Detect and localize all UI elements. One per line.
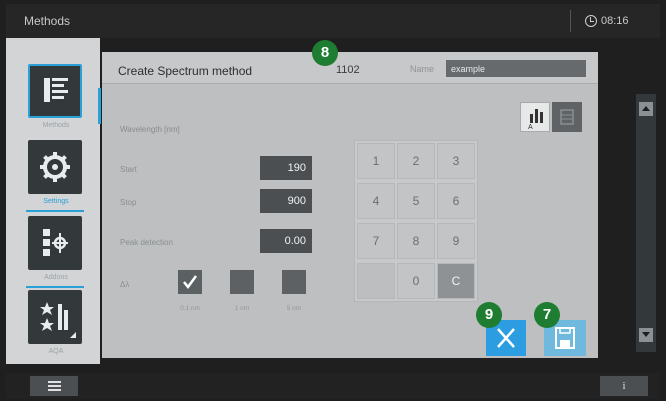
sidebar-item-methods[interactable]: Methods bbox=[26, 60, 86, 138]
annotation-badge: 9 bbox=[476, 302, 502, 328]
resolution-label: Δλ bbox=[120, 280, 130, 289]
sidebar: Methods Settings Addons AQA bbox=[6, 38, 101, 364]
method-number: 1102 bbox=[336, 64, 360, 76]
stop-label: Stop bbox=[120, 198, 137, 207]
start-label: Start bbox=[120, 165, 137, 174]
sidebar-tile bbox=[28, 64, 82, 118]
list-icon bbox=[44, 78, 68, 102]
chart-view-button[interactable]: A bbox=[520, 102, 550, 132]
scroll-down-button[interactable] bbox=[639, 328, 653, 342]
checkbox-label: 1 nm bbox=[234, 305, 250, 312]
checkbox-0-1nm[interactable] bbox=[178, 270, 202, 294]
sidebar-item-label: Methods bbox=[42, 122, 70, 129]
start-input[interactable]: 190 bbox=[260, 156, 312, 180]
key-1[interactable]: 1 bbox=[357, 143, 395, 179]
checkbox-label: 5 nm bbox=[286, 305, 302, 312]
numeric-keypad: 1 2 3 4 5 6 7 8 9 . 0 C bbox=[354, 140, 478, 302]
name-label: Name bbox=[410, 64, 435, 74]
info-button[interactable]: i bbox=[600, 376, 648, 396]
key-2[interactable]: 2 bbox=[397, 143, 435, 179]
sidebar-tile bbox=[28, 140, 82, 194]
clock-time: 08:16 bbox=[601, 15, 629, 27]
key-8[interactable]: 8 bbox=[397, 223, 435, 259]
key-9[interactable]: 9 bbox=[437, 223, 475, 259]
scroll-up-button[interactable] bbox=[639, 102, 653, 116]
chart-icon: A bbox=[528, 109, 543, 131]
key-decimal[interactable]: . bbox=[357, 263, 395, 299]
panel-header: Create Spectrum method 1102 Name bbox=[102, 52, 598, 84]
bottom-bar: i bbox=[6, 373, 660, 399]
stop-input[interactable]: 900 bbox=[260, 189, 312, 213]
key-0[interactable]: 0 bbox=[397, 263, 435, 299]
menu-icon bbox=[48, 381, 61, 383]
sidebar-item-label: Settings bbox=[43, 198, 69, 205]
key-clear[interactable]: C bbox=[437, 263, 475, 299]
peak-detection-input[interactable]: 0.00 bbox=[260, 229, 312, 253]
annotation-badge: 8 bbox=[312, 40, 338, 66]
sidebar-tile bbox=[28, 290, 82, 344]
plugin-icon bbox=[43, 229, 68, 256]
view-toggle: A bbox=[520, 102, 586, 132]
menu-icon bbox=[48, 385, 61, 387]
peak-detection-label: Peak detection bbox=[120, 238, 173, 247]
key-3[interactable]: 3 bbox=[437, 143, 475, 179]
svg-text:A: A bbox=[528, 124, 533, 131]
sidebar-tile bbox=[28, 216, 82, 270]
table-view-button[interactable] bbox=[552, 102, 582, 132]
checkmark-icon bbox=[183, 275, 198, 290]
gear-icon bbox=[40, 152, 70, 182]
scrollbar[interactable] bbox=[636, 94, 656, 352]
menu-button[interactable] bbox=[30, 376, 78, 396]
table-icon bbox=[560, 109, 574, 125]
sidebar-item-label: AQA bbox=[48, 348, 64, 355]
active-indicator bbox=[98, 88, 101, 124]
sidebar-item-aqa[interactable]: AQA bbox=[26, 286, 86, 364]
sidebar-item-settings[interactable]: Settings bbox=[26, 136, 86, 214]
menu-icon bbox=[48, 389, 61, 391]
checkbox-1nm[interactable] bbox=[230, 270, 254, 294]
key-4[interactable]: 4 bbox=[357, 183, 395, 219]
top-bar: Methods 08:16 bbox=[6, 4, 660, 38]
create-method-panel: Create Spectrum method 1102 Name Wavelen… bbox=[102, 40, 598, 358]
star-icon bbox=[40, 302, 76, 338]
checkbox-label: 0.1 nm bbox=[180, 305, 200, 312]
screen-title: Methods bbox=[24, 14, 71, 28]
annotation-badge: 7 bbox=[534, 302, 560, 328]
key-7[interactable]: 7 bbox=[357, 223, 395, 259]
key-6[interactable]: 6 bbox=[437, 183, 475, 219]
checkbox-5nm[interactable] bbox=[282, 270, 306, 294]
clock-icon bbox=[585, 15, 597, 27]
wavelength-label: Wavelength [nm] bbox=[120, 125, 180, 134]
name-field[interactable] bbox=[446, 60, 586, 77]
page-title: Create Spectrum method bbox=[118, 64, 253, 78]
sidebar-item-addons[interactable]: Addons bbox=[26, 212, 86, 290]
sidebar-item-label: Addons bbox=[44, 274, 68, 281]
divider bbox=[570, 10, 571, 32]
key-5[interactable]: 5 bbox=[397, 183, 435, 219]
